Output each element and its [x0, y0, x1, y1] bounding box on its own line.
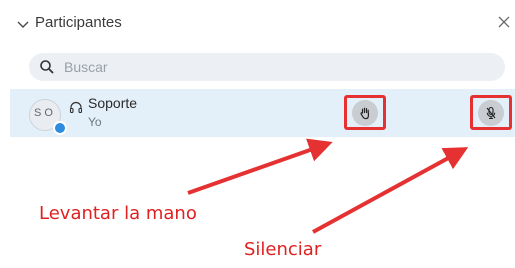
mute-annotation: Silenciar — [244, 239, 322, 260]
raise-hand-annotation: Levantar la mano — [39, 203, 197, 224]
annotation-arrows — [187, 138, 469, 234]
raise-hand-arrow — [187, 138, 333, 195]
mute-arrow — [312, 147, 469, 234]
